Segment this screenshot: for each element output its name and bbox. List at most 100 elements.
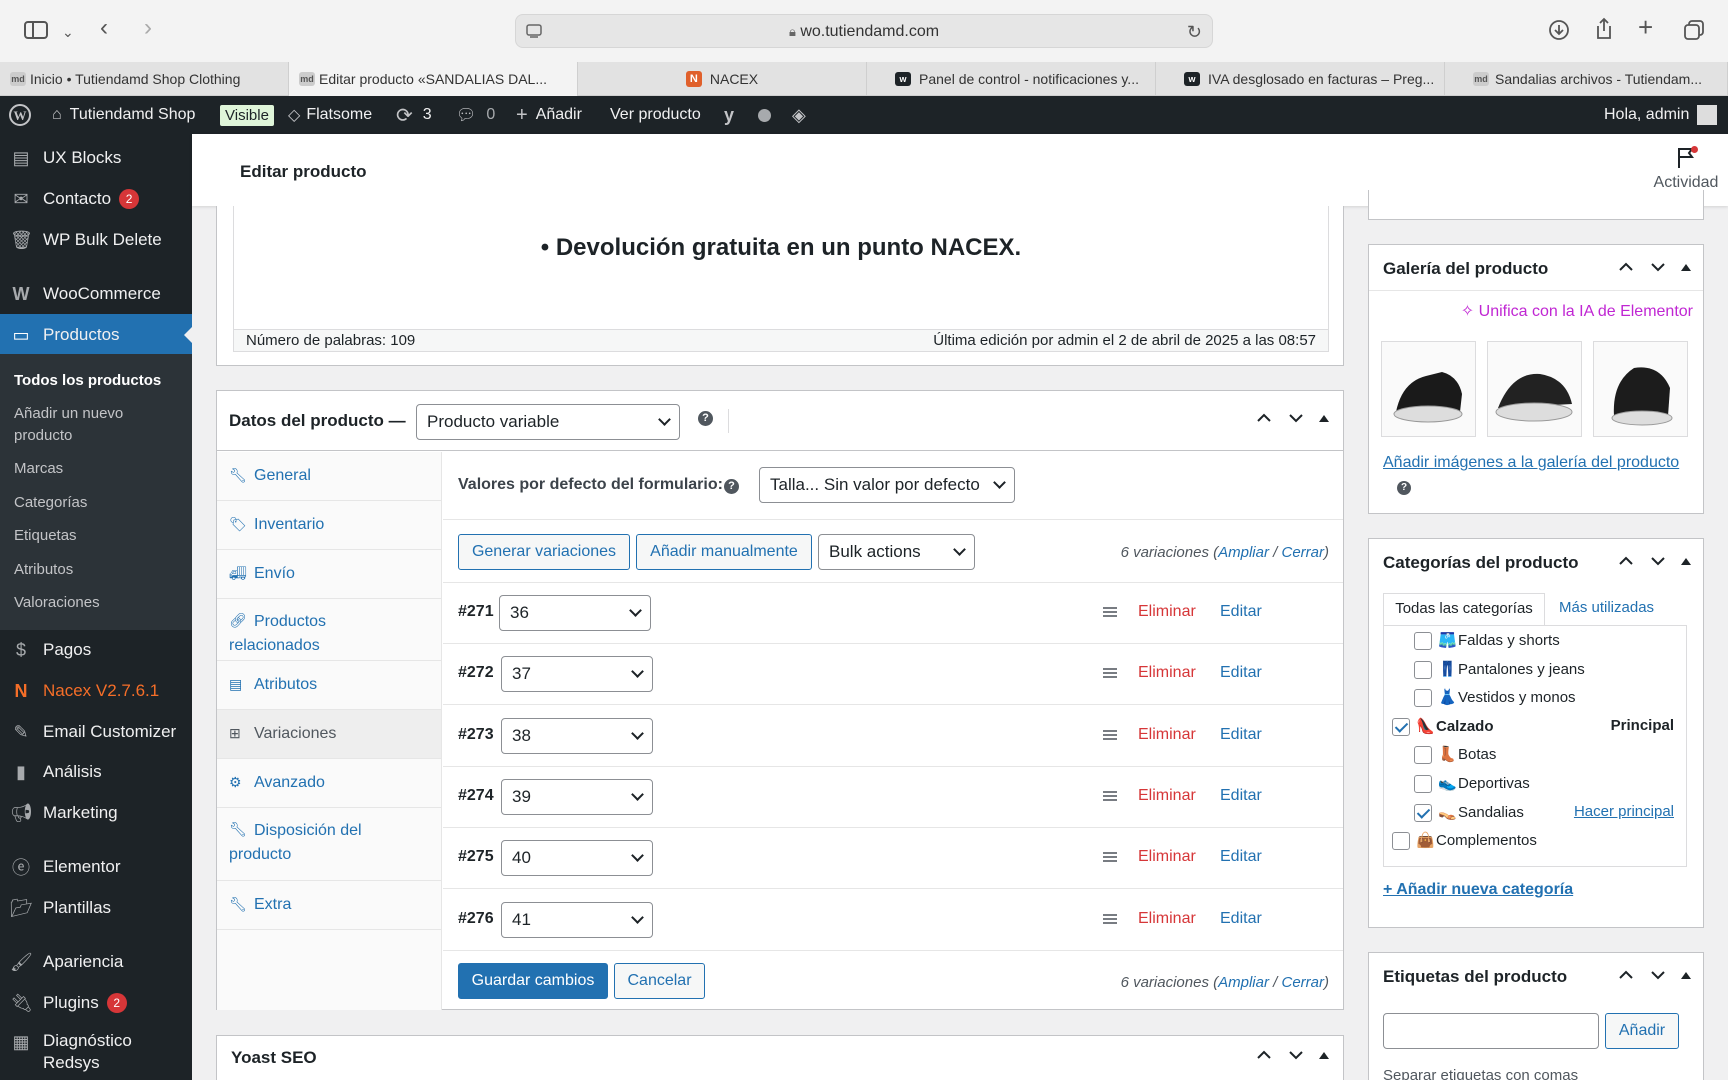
product-type-select[interactable]: Producto variable: [416, 404, 680, 440]
tab-disposicion[interactable]: 🔧︎ Disposición del producto: [217, 808, 441, 881]
browser-tab-1[interactable]: md Inicio • Tutiendamd Shop Clothing: [0, 62, 289, 96]
help-icon[interactable]: ?: [1397, 481, 1411, 495]
variation-row[interactable]: #273 38 Eliminar Editar: [443, 706, 1343, 767]
variation-size-select[interactable]: 38: [501, 717, 653, 754]
sidebar-item-marketing[interactable]: 📢︎ Marketing: [0, 793, 192, 833]
submenu-atributos[interactable]: Atributos: [14, 559, 73, 581]
variation-size-select[interactable]: 39: [501, 778, 653, 815]
move-down-icon[interactable]: [1649, 966, 1667, 988]
site-name-link[interactable]: ⌂ Tutiendamd Shop: [52, 96, 195, 134]
category-checkbox[interactable]: [1414, 746, 1432, 765]
tab-productos-relacionados[interactable]: 🔗︎ Productos relacionados: [217, 599, 441, 661]
back-icon[interactable]: ‹: [100, 16, 108, 40]
new-tab-icon[interactable]: +: [1638, 14, 1653, 40]
add-gallery-images-link[interactable]: Añadir imágenes a la galería del product…: [1383, 454, 1679, 472]
browser-tab-3[interactable]: N NACEX: [578, 62, 867, 96]
category-checkbox[interactable]: [1414, 632, 1432, 650]
my-account[interactable]: Hola, admin: [1604, 96, 1718, 134]
tab-avanzado[interactable]: ⚙ Avanzado: [217, 759, 441, 808]
make-principal-link[interactable]: Hacer principal: [1574, 803, 1674, 820]
tab-envio[interactable]: 🚚︎ Envío: [217, 550, 441, 599]
variation-size-select[interactable]: 41: [501, 901, 653, 938]
gallery-image-2[interactable]: [1487, 341, 1582, 437]
browser-tab-2[interactable]: md Editar producto «SANDALIAS DAL...: [289, 62, 578, 96]
drag-handle-icon[interactable]: [1102, 666, 1118, 684]
tab-inventario[interactable]: 🏷︎ Inventario: [217, 501, 441, 550]
category-checkbox[interactable]: [1414, 775, 1432, 793]
flatsome-menu[interactable]: ◇ Flatsome: [288, 96, 372, 134]
close-link[interactable]: Cerrar: [1281, 974, 1324, 991]
move-down-icon[interactable]: [1287, 409, 1305, 432]
submenu-etiquetas[interactable]: Etiquetas: [14, 525, 77, 547]
forward-icon[interactable]: ›: [144, 16, 152, 40]
tab-all-categories[interactable]: Todas las categorías: [1383, 593, 1545, 625]
tab-extra[interactable]: 🔧︎ Extra: [217, 881, 441, 930]
delete-variation-link[interactable]: Eliminar: [1138, 848, 1196, 866]
bulk-actions-select[interactable]: Bulk actions: [818, 534, 975, 570]
tab-most-used[interactable]: Más utilizadas: [1559, 593, 1654, 623]
drag-handle-icon[interactable]: [1102, 728, 1118, 746]
tab-variaciones[interactable]: ⊞ Variaciones: [217, 710, 441, 759]
move-down-icon[interactable]: [1649, 258, 1667, 280]
sidebar-item-pagos[interactable]: $ Pagos: [0, 630, 192, 670]
sidebar-item-woocommerce[interactable]: W WooCommerce: [0, 274, 192, 314]
move-up-icon[interactable]: [1255, 1046, 1273, 1068]
browser-tab-4[interactable]: w Panel de control - notificaciones y...: [867, 62, 1156, 96]
tab-atributos[interactable]: ▤ Atributos: [217, 661, 441, 710]
edit-variation-link[interactable]: Editar: [1220, 910, 1262, 928]
drag-handle-icon[interactable]: [1102, 789, 1118, 807]
delete-variation-link[interactable]: Eliminar: [1138, 787, 1196, 805]
variation-size-select[interactable]: 40: [501, 840, 653, 877]
sidebar-item-ux-blocks[interactable]: ▤ UX Blocks: [0, 138, 192, 178]
sidebar-item-apariencia[interactable]: 🖌︎ Apariencia: [0, 942, 192, 982]
updates-link[interactable]: ⟳ 3: [396, 96, 432, 134]
view-product-link[interactable]: Ver producto: [610, 96, 701, 134]
sidebar-item-productos[interactable]: ▭ Productos: [0, 314, 192, 356]
move-down-icon[interactable]: [1287, 1046, 1305, 1068]
drag-handle-icon[interactable]: [1102, 605, 1118, 623]
delete-variation-link[interactable]: Eliminar: [1138, 603, 1196, 621]
category-checkbox[interactable]: [1392, 832, 1410, 851]
submenu-marcas[interactable]: Marcas: [14, 458, 63, 480]
cancel-button[interactable]: Cancelar: [614, 963, 705, 999]
variation-size-select[interactable]: 37: [501, 656, 653, 693]
toggle-panel-icon[interactable]: [1319, 1052, 1329, 1059]
delete-variation-link[interactable]: Eliminar: [1138, 726, 1196, 744]
activity-button[interactable]: Actividad: [1646, 146, 1726, 192]
download-icon[interactable]: [1548, 19, 1570, 45]
submenu-all-products[interactable]: Todos los productos: [14, 370, 161, 392]
sidebar-item-analisis[interactable]: ▮ Análisis: [0, 752, 192, 792]
browser-tab-6[interactable]: md Sandalias archivos - Tutiendam...: [1445, 62, 1728, 96]
expand-link[interactable]: Ampliar: [1218, 544, 1269, 561]
delete-variation-link[interactable]: Eliminar: [1138, 664, 1196, 682]
help-icon[interactable]: ?: [698, 411, 713, 426]
sidebar-toggle-icon[interactable]: [24, 20, 48, 44]
sidebar-item-wp-bulk-delete[interactable]: 🗑︎ WP Bulk Delete: [0, 220, 192, 260]
drag-handle-icon[interactable]: [1102, 912, 1118, 930]
sidebar-item-contacto[interactable]: ✉ Contacto 2: [0, 179, 192, 219]
drag-handle-icon[interactable]: [1102, 850, 1118, 868]
add-manually-button[interactable]: Añadir manualmente: [636, 534, 812, 570]
toggle-panel-icon[interactable]: [1319, 415, 1329, 422]
sidebar-item-redsys[interactable]: ▦ Diagnóstico Redsys: [0, 1030, 192, 1076]
variation-row[interactable]: #276 41 Eliminar Editar: [443, 890, 1343, 951]
variation-row[interactable]: #274 39 Eliminar Editar: [443, 767, 1343, 828]
chevron-down-icon[interactable]: ⌄: [62, 22, 74, 42]
default-size-select[interactable]: Talla... Sin valor por defecto: [759, 467, 1015, 503]
ai-unify-link[interactable]: ✧ Unifica con la IA de Elementor: [1461, 301, 1693, 321]
tag-input[interactable]: [1383, 1013, 1599, 1049]
add-new-category-link[interactable]: + Añadir nueva categoría: [1383, 881, 1573, 899]
share-icon[interactable]: [1594, 17, 1614, 45]
edit-variation-link[interactable]: Editar: [1220, 603, 1262, 621]
toggle-panel-icon[interactable]: [1681, 558, 1691, 565]
category-checkbox[interactable]: [1414, 689, 1432, 708]
submenu-add-product[interactable]: Añadir un nuevo producto: [14, 403, 164, 447]
move-up-icon[interactable]: [1255, 409, 1273, 432]
variation-row[interactable]: #272 37 Eliminar Editar: [443, 644, 1343, 706]
reload-icon[interactable]: ↻: [1187, 22, 1202, 42]
edit-variation-link[interactable]: Editar: [1220, 726, 1262, 744]
sidebar-item-nacex[interactable]: N Nacex V2.7.6.1: [0, 671, 192, 711]
move-up-icon[interactable]: [1617, 966, 1635, 988]
close-link[interactable]: Cerrar: [1281, 544, 1324, 561]
generate-variations-button[interactable]: Generar variaciones: [458, 534, 630, 570]
